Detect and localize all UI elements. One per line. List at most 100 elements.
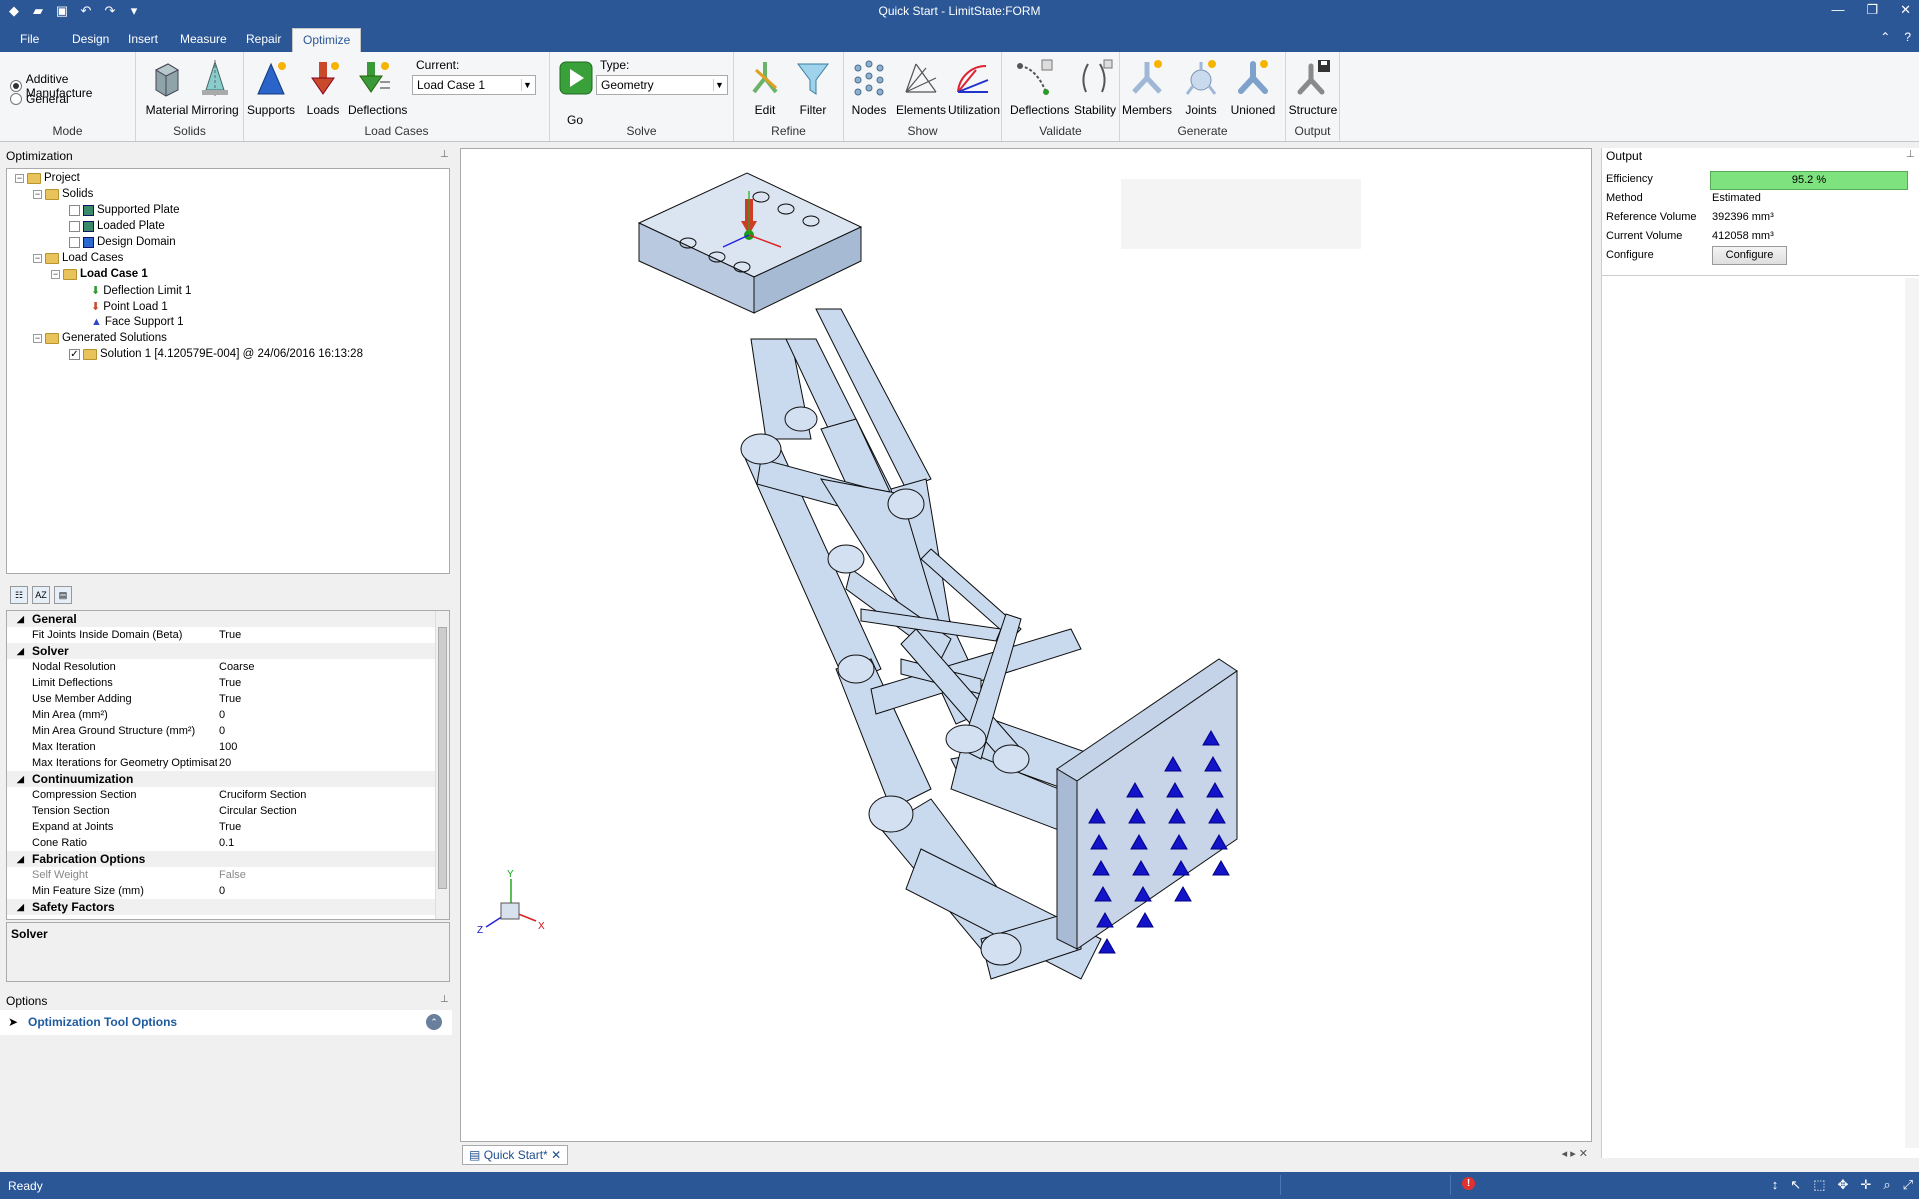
tab-measure[interactable]: Measure (170, 28, 237, 52)
model-view[interactable]: Y X Z (461, 149, 1591, 1141)
elements-button[interactable]: Elements (896, 58, 946, 117)
optimization-tool-options[interactable]: Optimization Tool Options (28, 1015, 177, 1029)
restore-icon[interactable]: ❐ (1866, 2, 1878, 18)
tree-node-project[interactable]: − Project (15, 172, 80, 184)
box-select-icon[interactable]: ⬚ (1813, 1177, 1825, 1193)
utilization-button[interactable]: Utilization (948, 58, 1000, 117)
output-scrollbar[interactable] (1905, 278, 1919, 1148)
tree-node-generated-solutions[interactable]: − Generated Solutions (33, 332, 167, 344)
current-load-case-select[interactable]: Load Case 1 ▼ (412, 75, 536, 95)
tree-node-solids[interactable]: − Solids (33, 188, 93, 200)
collapse-ribbon-icon[interactable]: ⌃ (1880, 30, 1890, 44)
close-tab-icon[interactable]: ✕ (551, 1148, 561, 1162)
property-row[interactable]: Use Member Adding True (7, 691, 435, 707)
spin-icon[interactable]: ↕ (1772, 1177, 1779, 1193)
category-safety-factors[interactable]: ◢ Safety Factors (7, 899, 435, 915)
supports-button[interactable]: Supports (246, 58, 296, 117)
collapse-icon[interactable]: ◢ (17, 646, 24, 657)
property-row[interactable]: Expand at Joints True (7, 819, 435, 835)
checkbox[interactable]: ✓ (69, 348, 80, 360)
pin-icon[interactable]: ⊥ (440, 994, 449, 1005)
tree-node-deflection-limit[interactable]: ⬇ Deflection Limit 1 (91, 284, 191, 298)
select-icon[interactable]: ↖ (1790, 1177, 1801, 1193)
loads-button[interactable]: Loads (298, 58, 348, 117)
tab-optimize[interactable]: Optimize (292, 28, 362, 52)
collapse-icon[interactable]: − (15, 173, 24, 183)
property-value[interactable]: True (219, 629, 241, 641)
filter-button[interactable]: Filter (788, 58, 838, 117)
property-row[interactable]: Min Area Ground Structure (mm²) 0 (7, 723, 435, 739)
property-pages-icon[interactable]: ▤ (54, 586, 72, 604)
tree-node-design-domain[interactable]: Design Domain (69, 236, 176, 248)
category-general[interactable]: ◢ General (7, 611, 435, 627)
supported-plate[interactable] (637, 172, 863, 314)
checkbox[interactable] (69, 220, 80, 232)
property-value[interactable]: Circular Section (219, 805, 297, 817)
radio-dot[interactable] (10, 80, 22, 92)
property-value[interactable]: 0 (219, 885, 225, 897)
zoom-icon[interactable]: ⌕ (1883, 1177, 1890, 1193)
radio-general[interactable]: General (10, 92, 69, 106)
property-value[interactable]: 0.1 (219, 837, 234, 849)
loaded-plate[interactable] (1056, 658, 1238, 950)
collapse-icon[interactable]: ◢ (17, 902, 24, 913)
tab-design[interactable]: Design (62, 28, 119, 52)
material-button[interactable]: Material (142, 58, 192, 117)
collapse-icon[interactable]: ◢ (17, 854, 24, 865)
checkbox[interactable] (69, 204, 80, 216)
tree-node-point-load[interactable]: ⬇ Point Load 1 (91, 300, 168, 314)
collapse-icon[interactable]: − (33, 333, 42, 343)
property-value[interactable]: True (219, 677, 241, 689)
minimize-icon[interactable]: — (1831, 2, 1844, 18)
document-tab-quick-start[interactable]: ▤ Quick Start* ✕ (462, 1145, 569, 1165)
category-solver[interactable]: ◢ Solver (7, 643, 435, 659)
deflections-button[interactable]: Deflections (348, 58, 407, 117)
close-document-icon[interactable]: ✕ (1579, 1148, 1588, 1160)
tab-right-icon[interactable]: ▸ (1570, 1148, 1576, 1160)
property-value[interactable]: 100 (219, 741, 237, 753)
property-scrollbar[interactable] (435, 611, 449, 919)
property-row[interactable]: Fit Joints Inside Domain (Beta) True (7, 627, 435, 643)
joints-button[interactable]: Joints (1176, 58, 1226, 117)
property-row[interactable]: Self Weight False (7, 867, 435, 883)
stability-button[interactable]: Stability (1070, 58, 1120, 117)
pan-icon[interactable]: ✥ (1838, 1177, 1849, 1193)
collapse-icon[interactable]: − (33, 253, 42, 263)
property-row[interactable]: Min Feature Size (mm) 0 (7, 883, 435, 899)
collapse-options-icon[interactable]: ⌃ (426, 1014, 442, 1030)
orient-icon[interactable]: ⤢ (1903, 1177, 1913, 1193)
dropdown-arrow-icon[interactable]: ▼ (521, 79, 533, 91)
alphabetical-icon[interactable]: AZ (32, 586, 50, 604)
go-button[interactable]: Go (550, 58, 600, 127)
property-value[interactable]: Cruciform Section (219, 789, 306, 801)
edit-button[interactable]: Edit (740, 58, 790, 117)
pin-icon[interactable]: ⊥ (440, 149, 449, 160)
help-icon[interactable]: ? (1904, 30, 1911, 44)
category-fabrication-options[interactable]: ◢ Fabrication Options (7, 851, 435, 867)
property-row[interactable]: Compression Section Cruciform Section (7, 787, 435, 803)
property-row[interactable]: Tension Section Circular Section (7, 803, 435, 819)
pin-icon[interactable]: ⊥ (1906, 149, 1915, 160)
error-icon[interactable]: ! (1462, 1177, 1475, 1190)
collapse-icon[interactable]: − (33, 189, 42, 199)
structure-button[interactable]: Structure (1288, 58, 1338, 117)
category-continuumization[interactable]: ◢ Continuumization (7, 771, 435, 787)
members-button[interactable]: Members (1122, 58, 1172, 117)
radio-dot[interactable] (10, 93, 22, 105)
property-value[interactable]: True (219, 693, 241, 705)
unioned-button[interactable]: Unioned (1228, 58, 1278, 117)
property-row[interactable]: Limit Deflections True (7, 675, 435, 691)
collapse-icon[interactable]: − (51, 269, 60, 279)
property-row[interactable]: Nodal Resolution Coarse (7, 659, 435, 675)
tree-node-face-support[interactable]: ▲ Face Support 1 (91, 316, 184, 328)
property-value[interactable]: Coarse (219, 661, 254, 673)
property-value[interactable]: 0 (219, 725, 225, 737)
collapse-icon[interactable]: ◢ (17, 774, 24, 785)
nodes-button[interactable]: Nodes (844, 58, 894, 117)
scroll-thumb[interactable] (438, 627, 447, 889)
tab-repair[interactable]: Repair (236, 28, 291, 52)
configure-button[interactable]: Configure (1712, 246, 1787, 265)
categorized-icon[interactable]: ☷ (10, 586, 28, 604)
property-value[interactable]: 20 (219, 757, 231, 769)
property-row[interactable]: Max Iterations for Geometry Optimisatic 2… (7, 755, 435, 771)
